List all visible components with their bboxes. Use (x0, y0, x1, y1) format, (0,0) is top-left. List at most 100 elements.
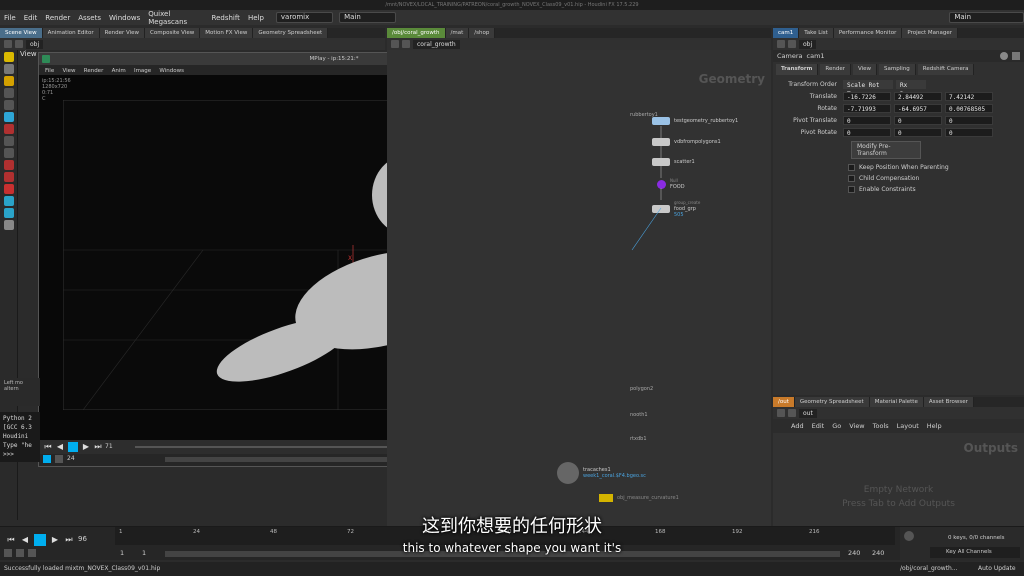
transform-order-dropdown[interactable]: Scale Rot Tra... (843, 79, 893, 98)
tab-scene-view[interactable]: Scene View (0, 28, 43, 38)
rotate-x[interactable]: -7.71993 (843, 103, 891, 113)
view-tool-icon[interactable] (3, 64, 14, 74)
pivot-rotate-z[interactable]: 0 (945, 127, 993, 137)
param-back-icon[interactable] (777, 40, 785, 48)
menu-help[interactable]: Help (244, 14, 268, 22)
menu-quixel[interactable]: Quixel Megascans (144, 10, 207, 26)
handle-tool-icon[interactable] (3, 76, 14, 86)
auto-update-dropdown[interactable]: Auto Update (978, 562, 1016, 576)
subtab-render[interactable]: Render (820, 64, 851, 75)
menu-edit[interactable]: Edit (20, 14, 42, 22)
translate-x[interactable]: -16.7226 (843, 91, 891, 101)
translate-z[interactable]: 7.42142 (945, 91, 993, 101)
out-path[interactable]: out (799, 408, 817, 418)
menu-windows[interactable]: Windows (105, 14, 144, 22)
out-menu-view[interactable]: View (849, 422, 864, 430)
out-menu-go[interactable]: Go (832, 422, 841, 430)
tab-render-view[interactable]: Render View (99, 28, 146, 38)
menu-assets[interactable]: Assets (74, 14, 105, 22)
shelf-set-dropdown[interactable]: varomix (275, 12, 334, 23)
record-tool-icon[interactable] (3, 160, 14, 170)
magnet-tool-icon[interactable] (3, 124, 14, 134)
tab-cam1[interactable]: cam1 (773, 28, 800, 38)
tab-out-geo-spreadsheet[interactable]: Geometry Spreadsheet (794, 397, 870, 407)
left-path[interactable]: obj (26, 39, 44, 49)
menu-redshift[interactable]: Redshift (208, 14, 244, 22)
mplay-menu-render[interactable]: Render (84, 68, 104, 74)
out-menu-layout[interactable]: Layout (897, 422, 919, 430)
rot-order-dropdown[interactable]: Rx Ry... (896, 79, 926, 98)
camera-tool-icon[interactable] (3, 196, 14, 206)
light-tool-icon[interactable] (3, 208, 14, 218)
menu-render[interactable]: Render (41, 14, 74, 22)
mplay-menu-image[interactable]: Image (134, 68, 151, 74)
menu-file[interactable]: File (0, 14, 20, 22)
back-icon[interactable] (4, 40, 12, 48)
mplay-start[interactable]: 24 (67, 455, 75, 462)
forward-icon[interactable] (15, 40, 23, 48)
select-tool-icon[interactable] (3, 52, 14, 62)
tab-out[interactable]: /out (773, 397, 795, 407)
node-name[interactable]: cam1 (807, 52, 825, 60)
tab-animation-editor[interactable]: Animation Editor (42, 28, 100, 38)
rotate-z[interactable]: 0.00768505 (945, 103, 993, 113)
target-tool-icon[interactable] (3, 184, 14, 194)
enable-constraints-checkbox[interactable]: Enable Constraints (773, 184, 1024, 195)
tab-material-palette[interactable]: Material Palette (869, 397, 924, 407)
node-measure[interactable]: obj_measure_curvature1 (599, 494, 679, 502)
tab-coral-growth[interactable]: /obj/coral_growth (387, 28, 446, 38)
param-forward-icon[interactable] (788, 40, 796, 48)
tab-composite-view[interactable]: Composite View (145, 28, 201, 38)
python-shell[interactable]: Python 2 [GCC 6.3 Houdini Type "he >>> (0, 412, 40, 462)
subtab-transform[interactable]: Transform (776, 64, 819, 75)
desktop-right-dropdown[interactable]: Main (949, 12, 1024, 23)
sphere-tool-icon[interactable] (3, 220, 14, 230)
out-back-icon[interactable] (777, 409, 785, 417)
tab-performance[interactable]: Performance Monitor (833, 28, 903, 38)
network-editor[interactable]: Geometry rubbertoy1 testgeometry_rubbert… (387, 50, 771, 526)
right-path[interactable]: obj (799, 39, 817, 49)
transform-tool-icon[interactable] (3, 100, 14, 110)
help-icon[interactable] (1012, 52, 1020, 60)
mplay-frame[interactable]: 71 (105, 443, 113, 450)
tab-geo-spreadsheet[interactable]: Geometry Spreadsheet (253, 28, 329, 38)
node-filecache[interactable]: tracaches1 week1_coral.$F4.bgeo.sc (557, 462, 646, 484)
out-menu-help[interactable]: Help (927, 422, 942, 430)
desktop-dropdown[interactable]: Main (339, 12, 397, 23)
brush-tool-icon[interactable] (3, 136, 14, 146)
modify-pretransform-button[interactable]: Modify Pre-Transform (851, 141, 921, 159)
pivot-translate-x[interactable]: 0 (843, 115, 891, 125)
mid-path[interactable]: coral_growth (413, 39, 460, 49)
pivot-rotate-y[interactable]: 0 (894, 127, 942, 137)
subtab-sampling[interactable]: Sampling (879, 64, 916, 75)
pose-tool-icon[interactable] (3, 88, 14, 98)
tab-take-list[interactable]: Take List (799, 28, 834, 38)
gear-icon[interactable] (1000, 52, 1008, 60)
first-frame-icon[interactable]: ⏮ (43, 442, 53, 452)
play-back-icon[interactable]: ◀ (55, 442, 65, 452)
tab-asset-browser[interactable]: Asset Browser (923, 397, 974, 407)
mplay-menu-view[interactable]: View (62, 68, 75, 74)
translate-y[interactable]: 2.84492 (894, 91, 942, 101)
out-menu-edit[interactable]: Edit (812, 422, 825, 430)
tab-project-manager[interactable]: Project Manager (902, 28, 959, 38)
mplay-menu-file[interactable]: File (45, 68, 54, 74)
subtab-view[interactable]: View (852, 64, 878, 75)
out-forward-icon[interactable] (788, 409, 796, 417)
loop-icon[interactable] (55, 455, 63, 463)
out-menu-tools[interactable]: Tools (873, 422, 889, 430)
stop-icon[interactable] (68, 442, 78, 452)
out-menu-add[interactable]: Add (791, 422, 804, 430)
play-icon[interactable]: ▶ (81, 442, 91, 452)
realtime-icon[interactable] (43, 455, 51, 463)
subtab-redshift[interactable]: Redshift Camera (917, 64, 975, 75)
pivot-rotate-x[interactable]: 0 (843, 127, 891, 137)
lock-tool-icon[interactable] (3, 172, 14, 182)
rotate-y[interactable]: -64.6957 (894, 103, 942, 113)
net-forward-icon[interactable] (402, 40, 410, 48)
net-back-icon[interactable] (391, 40, 399, 48)
last-frame-icon[interactable]: ⏭ (93, 442, 103, 452)
tab-motion-fx[interactable]: Motion FX View (200, 28, 254, 38)
pivot-translate-z[interactable]: 0 (945, 115, 993, 125)
keep-position-checkbox[interactable]: Keep Position When Parenting (773, 162, 1024, 173)
